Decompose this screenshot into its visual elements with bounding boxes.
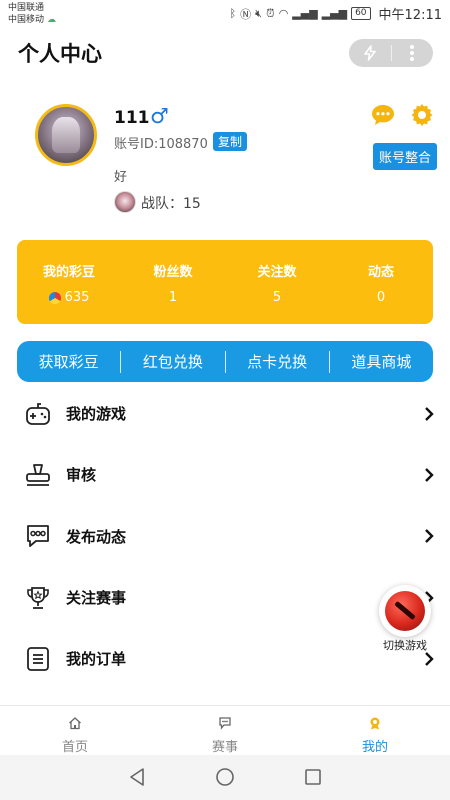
- mute-icon: 🔇︎: [255, 6, 263, 20]
- tab-label: 赛事: [211, 740, 238, 755]
- stamp-icon: [26, 464, 50, 486]
- stat-beans[interactable]: 我的彩豆 635: [17, 240, 121, 324]
- stat-label: 关注数: [257, 265, 297, 280]
- stat-following[interactable]: 关注数 5: [225, 240, 329, 324]
- switch-game-button[interactable]: 切换游戏: [377, 583, 433, 653]
- alarm-icon: ⏰︎: [266, 6, 275, 20]
- menu-item-review[interactable]: 审核: [0, 444, 450, 505]
- menu-label: 发布动态: [66, 527, 127, 546]
- menu-label: 审核: [66, 466, 97, 485]
- message-icon[interactable]: [371, 104, 395, 126]
- wifi-icon: ◠: [278, 7, 289, 20]
- stat-value: 5: [272, 290, 282, 305]
- profile-section: 111 ♂ 账号ID:108870 复制 好 战队：15 账号整合: [0, 96, 450, 226]
- profile-icon: [370, 717, 380, 730]
- account-merge-button[interactable]: 账号整合: [373, 143, 438, 170]
- status-bar: 中国联通 中国移动 ☁ ᛒ Ⓝ 🔇︎ ⏰︎ ◠ ▂▄▆ ▂▄▆ 60 中午12:1…: [0, 0, 450, 28]
- bluetooth-icon: ᛒ: [229, 7, 237, 20]
- chat-bubble-icon: [27, 525, 49, 548]
- stat-fans[interactable]: 粉丝数 1: [121, 240, 225, 324]
- signal-2-icon: ▂▄▆: [321, 7, 348, 20]
- stat-value: 635: [48, 290, 90, 305]
- male-icon: ♂: [150, 104, 169, 128]
- lightning-icon: [363, 45, 376, 61]
- stat-label: 我的彩豆: [42, 265, 95, 280]
- team-avatar: [114, 191, 136, 213]
- lightning-button[interactable]: [349, 39, 391, 67]
- cloud-icon: ☁: [47, 15, 57, 25]
- battery-icon: 60: [351, 7, 371, 20]
- stat-posts[interactable]: 动态 0: [329, 240, 433, 324]
- mini-program-capsule: [349, 39, 433, 67]
- team-info: 战队：15: [141, 196, 201, 212]
- avatar-figure: [52, 117, 80, 153]
- chevron-right-icon: [425, 651, 434, 666]
- bottom-tab-bar: 首页 赛事 我的: [0, 705, 450, 755]
- status-icons: ᛒ Ⓝ 🔇︎ ⏰︎ ◠ ▂▄▆ ▂▄▆ 60 中午12:11: [229, 4, 442, 24]
- carrier-1: 中国联通: [8, 3, 45, 13]
- carrier-info: 中国联通 中国移动 ☁: [8, 2, 56, 26]
- avatar[interactable]: [35, 104, 97, 166]
- carrier-2: 中国移动: [8, 15, 45, 25]
- app-header: 个人中心: [0, 30, 450, 76]
- username: 111: [114, 108, 150, 128]
- redeem-card-button[interactable]: 点卡兑换: [226, 351, 329, 372]
- gamepad-icon: [26, 402, 50, 425]
- tab-label: 首页: [61, 740, 88, 755]
- gear-icon[interactable]: [410, 103, 434, 127]
- switch-game-circle: [379, 585, 431, 637]
- action-bar: 获取彩豆 红包兑换 点卡兑换 道具商城: [17, 341, 433, 382]
- more-vertical-icon: [410, 45, 415, 61]
- chevron-right-icon: [425, 468, 434, 482]
- stat-value: 1: [168, 290, 178, 305]
- system-navigation-bar: [0, 755, 450, 800]
- back-icon[interactable]: [126, 766, 148, 788]
- stat-label: 粉丝数: [153, 265, 193, 280]
- tab-label: 我的: [361, 740, 388, 755]
- chevron-right-icon: [425, 529, 434, 544]
- tab-home[interactable]: 首页: [0, 706, 150, 755]
- home-button-icon[interactable]: [214, 766, 236, 788]
- menu-label: 我的游戏: [66, 405, 127, 424]
- stats-card: 我的彩豆 635 粉丝数 1 关注数 5 动态 0: [17, 240, 433, 324]
- order-list-icon: [27, 646, 49, 671]
- menu-label: 关注赛事: [66, 589, 127, 608]
- copy-button[interactable]: 复制: [213, 132, 248, 151]
- tab-matches[interactable]: 赛事: [150, 706, 300, 755]
- tab-mine[interactable]: 我的: [300, 706, 450, 755]
- switch-game-label: 切换游戏: [383, 639, 427, 652]
- trophy-icon: [27, 586, 49, 609]
- account-id: 账号ID:108870: [114, 137, 208, 152]
- stat-value: 0: [376, 290, 386, 305]
- clock: 中午12:11: [378, 8, 442, 23]
- menu-item-my-games[interactable]: 我的游戏: [0, 383, 450, 444]
- more-button[interactable]: [392, 39, 434, 67]
- nfc-icon: Ⓝ: [240, 7, 252, 21]
- menu-item-publish-post[interactable]: 发布动态: [0, 506, 450, 567]
- item-shop-button[interactable]: 道具商城: [330, 351, 433, 372]
- redeem-redpacket-button[interactable]: 红包兑换: [121, 351, 224, 372]
- signal-icon: ▂▄▆: [292, 7, 318, 20]
- home-icon: [69, 717, 81, 730]
- stat-label: 动态: [367, 265, 394, 280]
- bio: 好: [114, 170, 128, 185]
- page-title: 个人中心: [18, 42, 102, 66]
- get-beans-button[interactable]: 获取彩豆: [17, 351, 120, 372]
- game-logo-icon: [385, 591, 425, 631]
- bean-count: 635: [64, 290, 90, 305]
- match-icon: [219, 717, 231, 730]
- recents-icon[interactable]: [302, 766, 324, 788]
- menu-label: 我的订单: [66, 650, 127, 669]
- chevron-right-icon: [425, 406, 434, 421]
- color-bean-icon: [48, 291, 61, 304]
